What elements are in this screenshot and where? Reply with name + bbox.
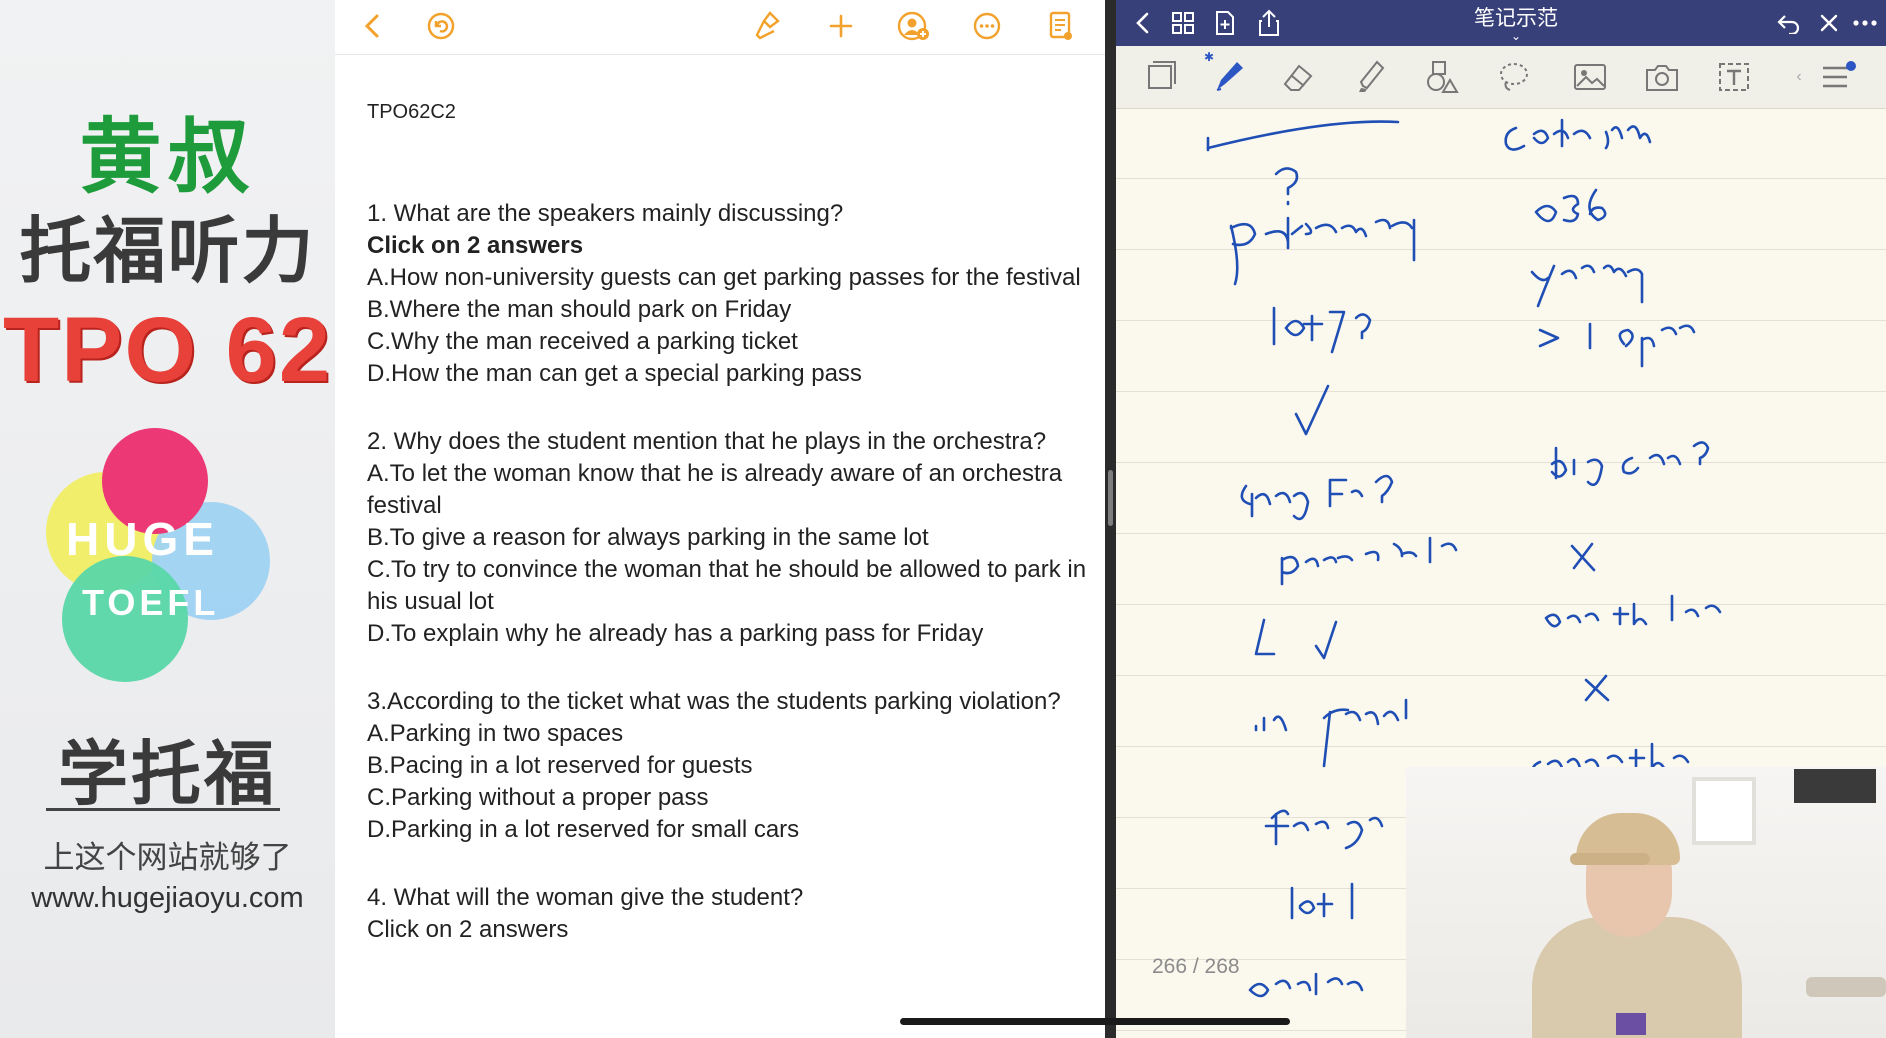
presenter-cap-brim [1570,853,1650,865]
lasso-icon[interactable] [1492,56,1536,98]
ink-stroke [1530,264,1644,308]
toolbar-menu-icon[interactable] [1816,56,1860,98]
promo-panel: 黄叔 托福听力 TPO 62 HUGE TOEFL 学托福 上这个网站就够了 w… [0,0,335,1038]
ink-stroke [1206,120,1400,150]
ink-stroke [1504,118,1652,151]
ink-stroke [1534,188,1607,223]
wall-picture-frame [1692,777,1756,845]
answer-option: B.To give a reason for always parking in… [367,524,929,551]
ink-stroke [1240,474,1394,521]
brand-subtitle: 托福听力 [19,212,316,292]
ink-stroke [1272,306,1372,354]
question-4: 4. What will the woman give the student?… [367,882,1097,946]
image-icon[interactable] [1568,56,1612,98]
ink-stroke [1538,322,1696,368]
split-view-divider[interactable] [1105,0,1116,1038]
document-toolbar [335,0,1105,55]
answer-option: D.To explain why he already has a parkin… [367,620,984,647]
chevron-left-icon[interactable]: ‹ [1792,56,1806,98]
huge-toefl-logo: HUGE TOEFL [40,420,290,682]
notes-title-text: 笔记示范 [1474,7,1558,30]
answer-option: A.How non-university guests can get park… [367,264,1081,291]
document-body: TPO62C2 1. What are the speakers mainly … [367,96,1097,950]
question-instruction: Click on 2 answers [367,916,569,943]
ink-stroke [1254,618,1338,660]
ink-stroke [1294,384,1330,436]
ink-stroke [1248,972,1364,998]
ink-stroke [1274,167,1299,206]
question-3: 3.According to the ticket what was the s… [367,686,1097,846]
notes-navbar: 笔记示范 ⌄ [1116,0,1886,46]
question-stem: 1. What are the speakers mainly discussi… [367,200,844,227]
question-stem: 2. Why does the student mention that he … [367,428,1047,455]
chevron-down-icon: ⌄ [1510,29,1522,43]
question-1: 1. What are the speakers mainly discussi… [367,198,1097,390]
logo-text-huge: HUGE [66,513,219,565]
split-view-grip[interactable] [1108,470,1113,526]
ink-stroke [1544,594,1722,628]
text-box-icon[interactable] [1712,56,1756,98]
ink-stroke [1550,441,1710,487]
add-page-icon[interactable] [1206,4,1244,42]
answer-option: A.To let the woman know that he is alrea… [367,460,1063,519]
ink-stroke [1264,809,1384,850]
eraser-icon[interactable] [1276,56,1320,98]
page-indicator: 266 / 268 [1152,955,1240,978]
bluetooth-icon: ✱ [1203,50,1215,64]
ink-stroke [1254,698,1408,768]
question-instruction: Click on 2 answers [367,232,584,259]
home-indicator[interactable] [900,1018,1290,1025]
webcam-video [1406,767,1886,1038]
answer-option: D.Parking in a lot reserved for small ca… [367,816,800,843]
chevron-left-icon[interactable] [353,6,393,46]
ink-stroke [1280,536,1458,586]
more-icon[interactable] [1846,4,1884,42]
reader-icon[interactable] [1041,6,1081,46]
answer-option: A.Parking in two spaces [367,720,624,747]
promo-divider [46,808,280,811]
ink-stroke [1584,674,1610,702]
ink-stroke [1229,216,1416,286]
answer-option: C.Why the man received a parking ticket [367,328,798,355]
learn-heading: 学托福 [58,735,277,813]
hoodie-logo [1616,1013,1646,1035]
question-2: 2. Why does the student mention that he … [367,426,1097,650]
logo-text-toefl: TOEFL [82,582,220,623]
shelf [1806,977,1886,997]
brush-icon[interactable] [747,6,787,46]
plus-icon[interactable] [821,6,861,46]
document-title: TPO62C2 [367,101,456,123]
answer-option: B.Where the man should park on Friday [367,296,792,323]
share-icon[interactable] [1250,4,1288,42]
grid-icon[interactable] [1164,4,1202,42]
ink-stroke [1290,882,1354,920]
question-stem: 3.According to the ticket what was the s… [367,688,1061,715]
answer-option: D.How the man can get a special parking … [367,360,862,387]
undo-icon[interactable] [421,6,461,46]
undo-icon[interactable] [1770,4,1808,42]
ink-stroke [1570,542,1596,572]
promo-website: www.hugejiaoyu.com [31,882,304,914]
more-icon[interactable] [967,6,1007,46]
answer-option: C.Parking without a proper pass [367,784,709,811]
highlighter-icon[interactable] [1348,56,1392,98]
add-person-icon[interactable] [893,6,933,46]
close-icon[interactable] [1810,4,1848,42]
wall-picture-frame [1794,769,1876,803]
question-stem: 4. What will the woman give the student? [367,884,804,911]
answer-option: B.Pacing in a lot reserved for guests [367,752,753,779]
camera-icon[interactable] [1640,56,1684,98]
notes-title[interactable]: 笔记示范 ⌄ [1416,2,1616,43]
drawing-toolbar: ✱ ‹ [1116,46,1886,109]
answer-option: C.To try to convince the woman that he s… [367,556,1087,615]
tpo-label: TPO 62 [2,299,332,401]
chevron-left-icon[interactable] [1124,4,1162,42]
page-layout-icon[interactable] [1140,56,1184,98]
document-panel: TPO62C2 1. What are the speakers mainly … [335,0,1105,1038]
promo-slogan: 上这个网站就够了 [43,840,292,875]
shapes-icon[interactable] [1420,56,1464,98]
